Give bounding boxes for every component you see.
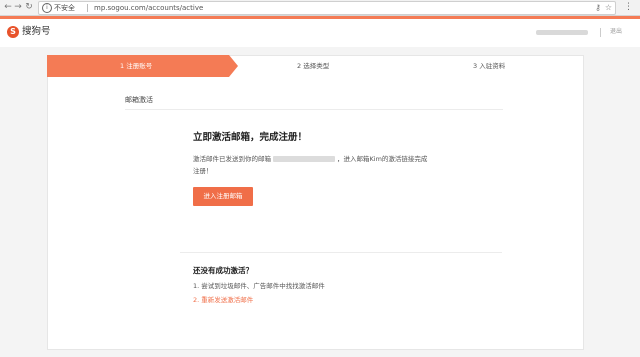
security-label: 不安全 xyxy=(54,4,75,12)
star-icon[interactable]: ☆ xyxy=(605,3,612,13)
site-header: S 搜狗号 退出 xyxy=(0,19,640,47)
browser-toolbar: ← → ↻ i 不安全 mp.sogou.com/accounts/active… xyxy=(0,0,640,16)
menu-icon[interactable]: ⋮ xyxy=(624,2,633,12)
username-redacted xyxy=(536,30,588,35)
site-name[interactable]: 搜狗号 xyxy=(22,25,51,39)
section-divider xyxy=(125,109,503,110)
open-mailbox-button[interactable]: 进入注册邮箱 xyxy=(193,187,253,206)
step-register: 1 注册账号 xyxy=(120,62,153,70)
logout-link[interactable]: 退出 xyxy=(610,26,622,38)
back-icon[interactable]: ← xyxy=(3,2,13,12)
forward-icon[interactable]: → xyxy=(13,2,23,12)
faq-title: 还没有成功激活？ xyxy=(193,266,253,275)
faq-item-number: 2. xyxy=(193,296,200,304)
sogou-logo-icon[interactable]: S xyxy=(7,26,19,38)
activation-message-line2: 注册！ xyxy=(193,167,213,175)
header-divider xyxy=(600,28,601,37)
section-title: 邮箱激活 xyxy=(125,96,153,104)
message-suffix: ，进入邮箱Kim的激活链接完成 xyxy=(337,155,428,163)
faq-item-spam: 1. 尝试到垃圾邮件、广告邮件中找找激活邮件 xyxy=(193,282,325,290)
email-redacted xyxy=(273,156,335,162)
step-profile: 3 入驻资料 xyxy=(473,62,506,70)
activation-message: 激活邮件已发送到你的邮箱 ，进入邮箱Kim的激活链接完成 xyxy=(193,153,427,165)
faq-divider xyxy=(180,252,502,253)
resend-activation-link[interactable]: 重新发送激活邮件 xyxy=(201,296,253,304)
address-bar[interactable]: i 不安全 mp.sogou.com/accounts/active ⚷ ☆ xyxy=(38,1,616,15)
key-icon[interactable]: ⚷ xyxy=(595,3,601,13)
page-headline: 立即激活邮箱，完成注册！ xyxy=(193,132,308,143)
step-progress: 1 注册账号 2 选择类型 3 入驻资料 xyxy=(47,55,582,77)
info-icon[interactable]: i xyxy=(42,3,52,13)
address-divider xyxy=(87,4,88,12)
reload-icon[interactable]: ↻ xyxy=(24,2,34,12)
faq-item-resend: 2. 重新发送激活邮件 xyxy=(193,294,253,306)
message-prefix: 激活邮件已发送到你的邮箱 xyxy=(193,155,271,163)
url-text[interactable]: mp.sogou.com/accounts/active xyxy=(94,2,203,14)
step-choose-type: 2 选择类型 xyxy=(297,62,330,70)
step-arrow xyxy=(229,55,238,77)
